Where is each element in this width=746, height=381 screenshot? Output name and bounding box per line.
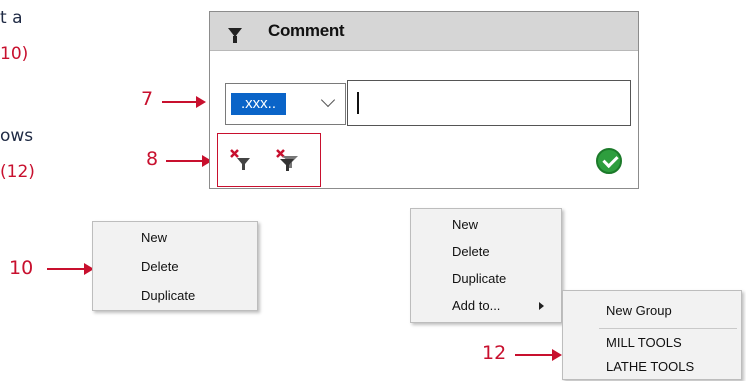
body-text-line: ows <box>0 126 34 146</box>
menu-item-duplicate[interactable]: Duplicate <box>93 286 257 306</box>
callout-12-arrow <box>515 349 562 361</box>
callout-10-label: 10 <box>9 257 34 279</box>
menu-item-delete[interactable]: Delete <box>411 242 561 262</box>
menu-item-new[interactable]: New <box>411 215 561 235</box>
submenu-item-mill-tools[interactable]: MILL TOOLS <box>563 333 741 353</box>
clear-all-filters-icon[interactable] <box>274 147 300 173</box>
body-text-line: t a <box>0 8 23 28</box>
dropdown-selected-value: .xxx.. <box>231 93 286 115</box>
body-text-line: 10) <box>0 44 29 64</box>
callout-7-arrow <box>162 96 206 108</box>
panel-header: Comment <box>210 12 638 51</box>
comment-filter-input[interactable] <box>347 80 631 126</box>
menu-item-duplicate[interactable]: Duplicate <box>411 269 561 289</box>
menu-item-delete[interactable]: Delete <box>93 257 257 277</box>
callout-10-arrow <box>47 263 94 275</box>
context-menu-b: New Delete Duplicate Add to... <box>410 208 562 323</box>
add-to-submenu: New Group MILL TOOLS LATHE TOOLS <box>562 290 742 380</box>
menu-item-add-to[interactable]: Add to... <box>411 296 561 316</box>
callout-8-label: 8 <box>146 148 159 170</box>
submenu-item-new-group[interactable]: New Group <box>563 301 741 321</box>
callout-7-label: 7 <box>141 88 154 110</box>
chevron-down-icon[interactable] <box>320 92 336 108</box>
context-menu-a: New Delete Duplicate <box>92 221 258 311</box>
callout-8-arrow <box>166 155 212 167</box>
menu-item-new[interactable]: New <box>93 228 257 248</box>
clear-filter-icon[interactable] <box>228 147 254 173</box>
panel-title: Comment <box>268 21 345 40</box>
apply-check-icon[interactable] <box>596 148 622 174</box>
filter-icons-group <box>217 133 321 187</box>
text-caret <box>357 92 359 114</box>
submenu-arrow-icon <box>539 302 544 310</box>
submenu-item-lathe-tools[interactable]: LATHE TOOLS <box>563 357 741 377</box>
menu-separator <box>599 328 737 329</box>
comparison-dropdown[interactable]: .xxx.. <box>225 83 346 125</box>
callout-12-label: 12 <box>482 342 507 364</box>
body-text-line: (12) <box>0 162 35 182</box>
filter-funnel-icon[interactable] <box>228 27 242 43</box>
